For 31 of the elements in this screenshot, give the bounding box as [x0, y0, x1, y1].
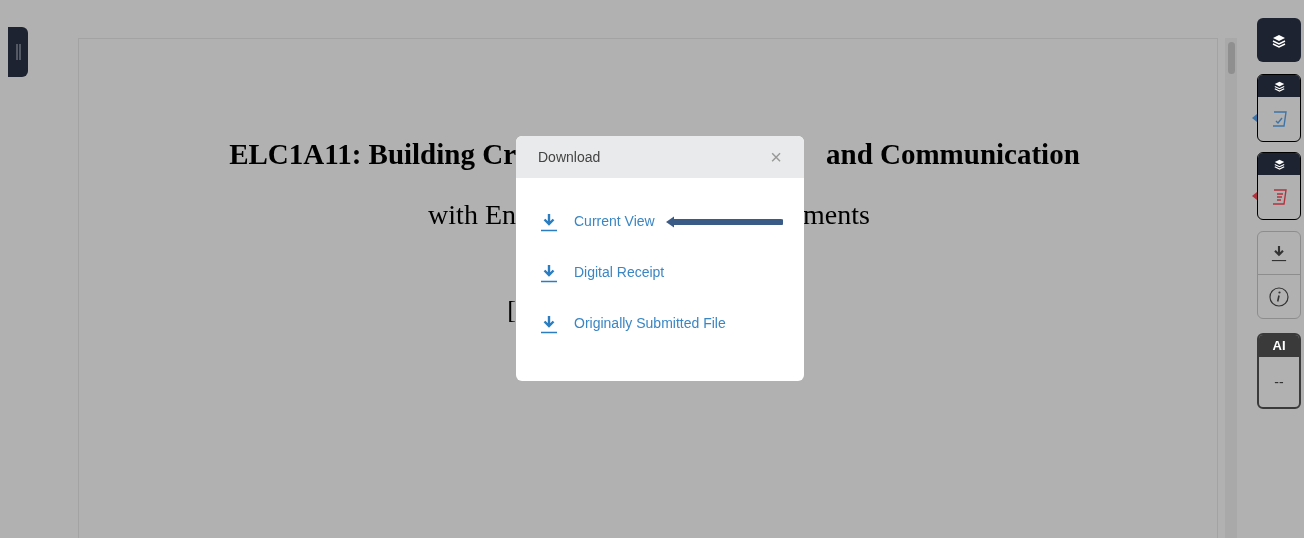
pointer-icon [1252, 192, 1257, 200]
download-icon [540, 262, 558, 283]
checked-document-icon [1270, 110, 1288, 128]
info-icon [1269, 286, 1289, 307]
pointer-icon [1252, 114, 1257, 122]
heading-text: and Communication [826, 137, 1080, 173]
dialog-title: Download [538, 147, 601, 167]
heading-text: [ [507, 293, 516, 326]
layers-button[interactable] [1257, 18, 1301, 62]
download-icon [540, 313, 558, 334]
grip-icon [15, 44, 21, 60]
layers-icon [1272, 32, 1286, 48]
download-icon [540, 211, 558, 232]
download-link[interactable]: Digital Receipt [574, 262, 665, 283]
close-button[interactable]: × [770, 147, 782, 167]
ai-label: AI [1259, 335, 1299, 357]
download-icon [1271, 244, 1287, 262]
download-link[interactable]: Current View [574, 211, 655, 232]
ai-score: -- [1273, 372, 1285, 392]
layers-icon [1273, 158, 1285, 170]
heading-text: with En [428, 198, 516, 232]
download-link[interactable]: Originally Submitted File [574, 313, 726, 334]
document-icon [1270, 188, 1288, 206]
layers-icon [1273, 80, 1285, 92]
ai-score-card[interactable]: AI -- [1257, 333, 1301, 409]
grading-card[interactable] [1257, 74, 1301, 142]
heading-text: ments [803, 198, 870, 232]
scrollbar-thumb[interactable] [1227, 42, 1235, 74]
heading-text: ELC1A11: Building Cr [229, 137, 516, 173]
panel-handle[interactable] [8, 27, 28, 77]
similarity-card[interactable] [1257, 152, 1301, 220]
